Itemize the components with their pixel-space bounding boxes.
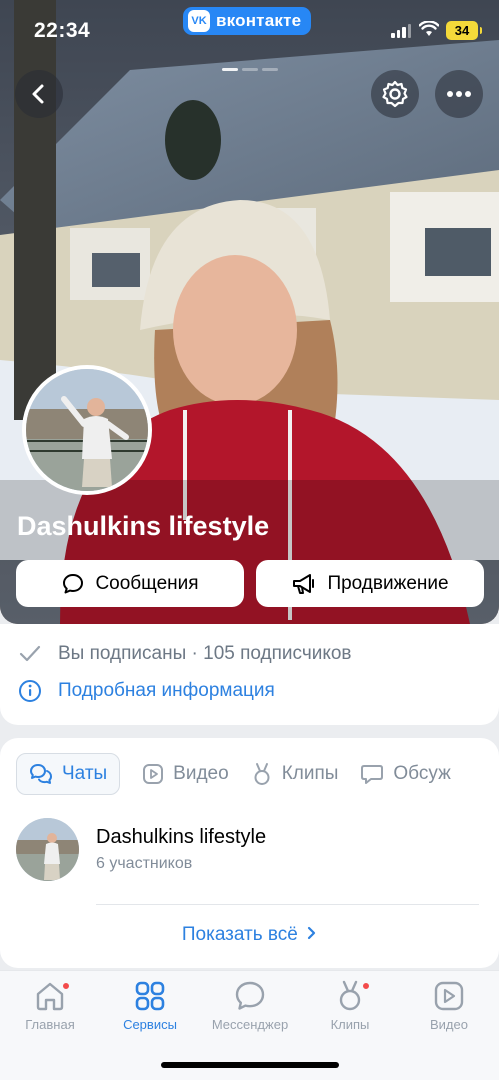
- chat-avatar-photo: [16, 818, 79, 881]
- messages-button-label: Сообщения: [95, 572, 199, 594]
- megaphone-icon: [293, 573, 315, 594]
- tab-chats[interactable]: Чаты: [16, 753, 121, 795]
- message-icon: [63, 573, 84, 593]
- home-indicator[interactable]: [161, 1062, 339, 1068]
- nav-clips-label: Клипы: [330, 1017, 370, 1032]
- chevron-left-icon: [32, 84, 44, 104]
- content-tabs: Чаты Видео Клипы Обсуж: [16, 753, 451, 795]
- more-horizontal-icon: [447, 91, 471, 97]
- nav-video[interactable]: Видео: [399, 979, 499, 1032]
- status-time: 22:34: [34, 19, 91, 42]
- nav-home[interactable]: Главная: [0, 979, 100, 1032]
- avatar-photo: [26, 369, 148, 491]
- more-button[interactable]: [435, 70, 483, 118]
- vk-logo-icon: VK: [188, 10, 210, 32]
- check-icon: [19, 645, 41, 662]
- battery-icon: 34: [446, 21, 482, 40]
- divider: [96, 904, 479, 905]
- video-icon: [434, 981, 464, 1011]
- notification-dot: [362, 982, 370, 990]
- subscription-status[interactable]: Вы подписаны · 105 подписчиков: [18, 643, 352, 665]
- tab-video-label: Видео: [173, 763, 229, 784]
- nav-video-label: Видео: [430, 1017, 468, 1032]
- info-icon: [19, 680, 41, 702]
- details-link-label: Подробная информация: [58, 680, 275, 701]
- profile-avatar[interactable]: [22, 365, 152, 495]
- video-icon: [143, 764, 164, 784]
- chat-members-count: 6 участников: [96, 855, 193, 872]
- profile-name: Dashulkins lifestyle: [17, 511, 270, 541]
- app-badge-label: вконтакте: [216, 11, 302, 30]
- services-icon: [135, 981, 165, 1011]
- tab-discussions-label: Обсуж: [393, 763, 451, 784]
- back-button[interactable]: [15, 70, 63, 118]
- content-card: Чаты Видео Клипы Обсуж Dashulkins lifest…: [0, 738, 499, 968]
- nav-clips[interactable]: Клипы: [300, 979, 400, 1032]
- promote-button-label: Продвижение: [327, 572, 449, 594]
- notification-dot: [62, 982, 70, 990]
- profile-info-card: Вы подписаны · 105 подписчиков Подробная…: [0, 624, 499, 725]
- show-all-link[interactable]: Показать всё: [0, 924, 499, 946]
- nav-messenger-label: Мессенджер: [211, 1017, 289, 1032]
- cover-page-dot: [242, 68, 258, 71]
- tab-discussions[interactable]: Обсуж: [360, 753, 451, 795]
- vk-app-badge: VK вконтакте: [183, 7, 312, 35]
- tab-clips[interactable]: Клипы: [251, 753, 339, 795]
- cellular-signal-icon: [391, 24, 411, 38]
- nav-messenger[interactable]: Мессенджер: [200, 979, 300, 1032]
- tab-chats-label: Чаты: [62, 763, 108, 784]
- status-bar: 22:34 VK вконтакте 34: [0, 0, 499, 60]
- cover-page-indicator: [222, 68, 278, 71]
- cover-page-dot: [262, 68, 278, 71]
- clips-icon: [254, 763, 270, 785]
- messages-button[interactable]: Сообщения: [16, 560, 244, 607]
- wifi-icon: [419, 21, 439, 36]
- chat-icon: [30, 764, 52, 784]
- promote-button[interactable]: Продвижение: [256, 560, 484, 607]
- discussion-icon: [361, 765, 384, 784]
- subscription-text: Вы подписаны · 105 подписчиков: [58, 643, 352, 664]
- messenger-icon: [235, 981, 265, 1010]
- tab-clips-label: Клипы: [281, 763, 339, 784]
- cover-page-dot: [222, 68, 238, 71]
- chevron-right-icon: [307, 924, 317, 946]
- profile-cover: 22:34 VK вконтакте 34 Dashulkins lifesty…: [0, 0, 499, 624]
- nav-services[interactable]: Сервисы: [100, 979, 200, 1032]
- gear-icon: [382, 80, 408, 108]
- chat-list-item[interactable]: Dashulkins lifestyle 6 участников: [16, 818, 266, 881]
- nav-home-label: Главная: [25, 1017, 75, 1032]
- chat-title: Dashulkins lifestyle: [96, 826, 267, 848]
- settings-button[interactable]: [371, 70, 419, 118]
- details-link[interactable]: Подробная информация: [18, 679, 275, 703]
- show-all-label: Показать всё: [181, 924, 298, 946]
- chat-avatar: [16, 818, 79, 881]
- tab-video[interactable]: Видео: [142, 753, 229, 795]
- nav-services-label: Сервисы: [123, 1017, 177, 1032]
